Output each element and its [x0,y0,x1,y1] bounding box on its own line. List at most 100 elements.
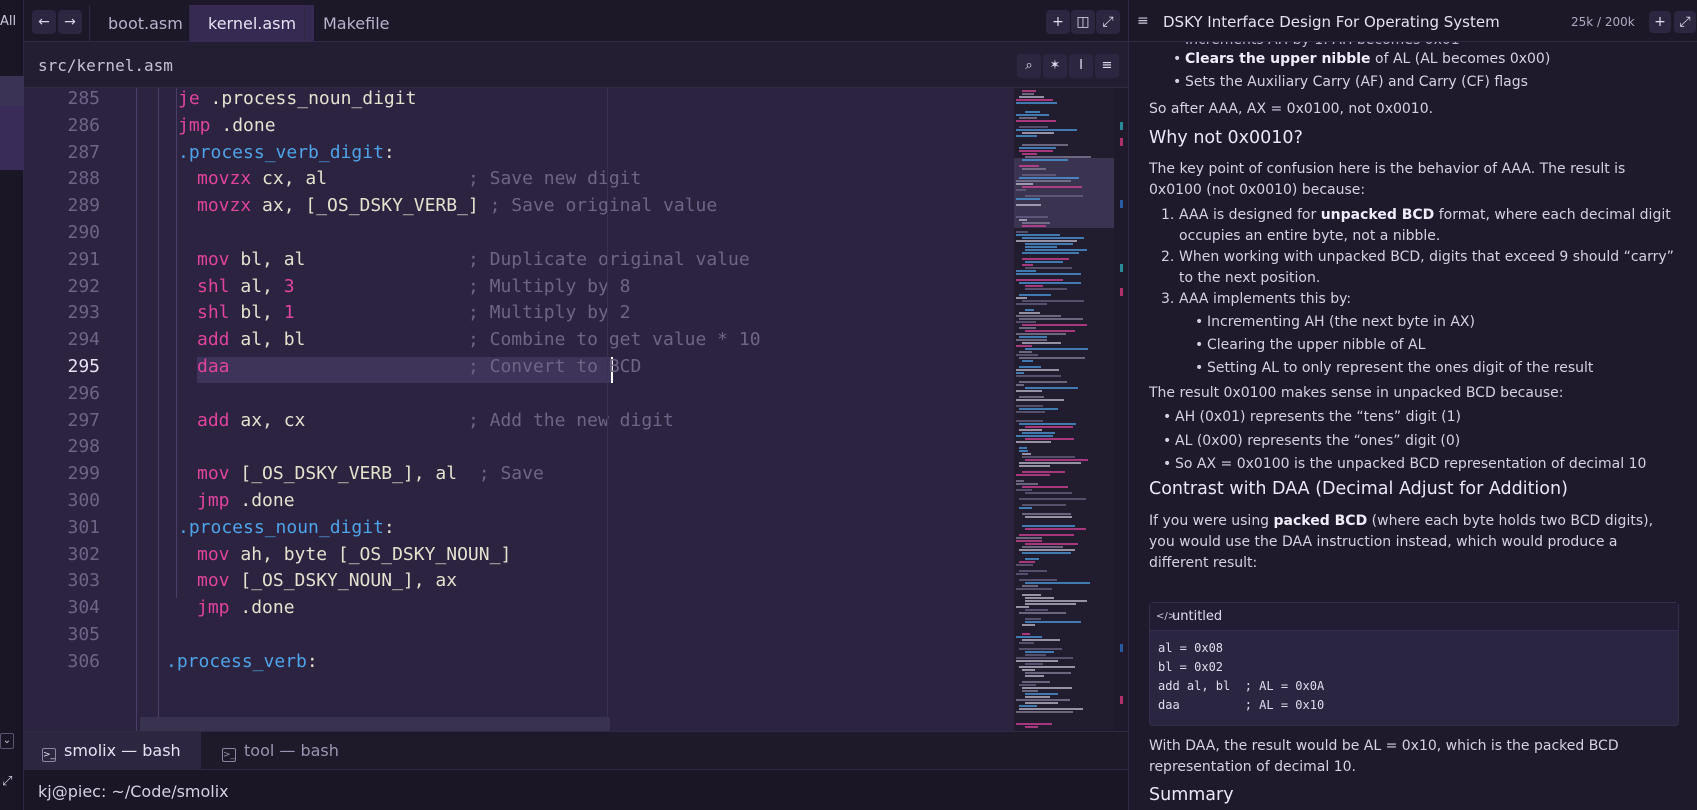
code-line[interactable]: 292 shl al, 3 ; Multiply by 8 [24,276,1014,305]
terminal-tab-label: smolix — bash [64,741,181,760]
code-line[interactable]: 294 add al, bl ; Combine to get value * 1… [24,329,1014,358]
text-cursor-icon[interactable]: I [1069,54,1093,78]
settings-sliders-icon[interactable]: ≡ [1095,54,1119,78]
code-line[interactable]: 302 mov ah, byte [_OS_DSKY_NOUN_] [24,544,1014,573]
code-line[interactable]: 303 mov [_OS_DSKY_NOUN_], ax [24,570,1014,599]
terminal[interactable]: kj@piec: ~/Code/smolix [24,769,1128,810]
minimap-line [1025,516,1072,518]
code-line[interactable]: 287 .process_verb_digit: [24,142,1014,171]
expand-panel-icon[interactable]: ⤢ [1674,11,1696,33]
code-line[interactable]: 305 [24,624,1014,653]
chevron-down-icon[interactable]: ⌄ [0,733,14,749]
minimap-line [1016,606,1029,608]
minimap-line [1025,459,1088,461]
terminal-tab-smolix[interactable]: >_ smolix — bash [24,732,201,770]
minimap-line [1016,372,1024,374]
code-line[interactable]: 293 shl bl, 1 ; Multiply by 2 [24,302,1014,331]
minimap-line [1025,285,1043,287]
minimap-line [1016,234,1060,236]
sidebar-selected-item[interactable] [0,76,24,106]
code-text: add al, bl ; Combine to get value * 10 [197,329,761,351]
code-line[interactable]: 297 add ax, cx ; Add the new digit [24,410,1014,439]
minimap-line [1025,582,1090,584]
terminal-tab-tool[interactable]: >_ tool — bash [204,732,359,770]
minimap-line [1025,558,1039,560]
code-line[interactable]: 300 jmp .done [24,490,1014,519]
minimap-line [1022,153,1037,155]
list-item: So AX = 0x0100 is the unpacked BCD repre… [1163,454,1646,475]
back-arrow-icon[interactable]: ← [32,10,56,34]
minimap-line [1025,387,1078,389]
code-block: </> untitled al = 0x08 bl = 0x02 add al, … [1149,602,1679,726]
tab-makefile[interactable]: Makefile [304,5,408,42]
code-text: mov [_OS_DSKY_NOUN_], ax [197,570,458,592]
line-number: 305 [67,624,100,645]
scroll-marker [1120,200,1123,208]
ai-assist-icon[interactable]: ✶ [1043,54,1067,78]
expand-icon[interactable]: ⤢ [2,774,12,789]
minimap-line [1022,237,1084,239]
horizontal-scrollbar[interactable] [140,717,610,731]
menu-icon[interactable]: ≡ [1137,13,1149,29]
paragraph: With DAA, the result would be AL = 0x10,… [1149,738,1619,775]
line-number: 300 [67,490,100,511]
paragraph: The key point of confusion here is the b… [1149,161,1626,198]
minimap-line [1016,711,1073,713]
code-line[interactable]: 296 [24,383,1014,412]
code-line[interactable]: 298 [24,436,1014,465]
minimap-line [1019,117,1037,119]
code-line[interactable]: 291 mov bl, al ; Duplicate original value [24,249,1014,278]
forward-arrow-icon[interactable]: → [58,10,82,34]
minimap-line [1025,438,1074,440]
code-line[interactable]: 288 movzx cx, al ; Save new digit [24,168,1014,197]
code-line[interactable]: 301 .process_noun_digit: [24,517,1014,546]
minimap-line [1019,450,1028,452]
search-icon[interactable]: ⌕ [1017,54,1041,78]
minimap[interactable] [1014,88,1114,731]
sidebar-highlight-item[interactable] [0,106,24,170]
split-view-icon[interactable]: ◫ [1071,10,1095,34]
minimap-line [1019,579,1057,581]
minimap-line [1019,351,1032,353]
minimap-line [1019,336,1047,338]
code-line[interactable]: 306 .process_verb: [24,651,1014,680]
minimap-line [1016,198,1040,200]
code-text: jmp .done [197,597,295,619]
code-line[interactable]: 295 daa ; Convert to BCD [24,356,1014,385]
code-line: daa ; AL = 0x10 [1158,698,1325,712]
minimap-line [1016,435,1053,437]
code-editor[interactable]: 285 je .process_noun_digit 286 jmp .done 287… [24,88,1014,731]
code-line[interactable]: 289 movzx ax, [_OS_DSKY_VERB_] ; Save ori… [24,195,1014,224]
minimap-line [1022,252,1079,254]
minimap-line [1025,618,1041,620]
code-text: .process_verb_digit: [178,141,395,163]
minimap-line [1019,534,1074,536]
new-chat-icon[interactable]: + [1649,11,1671,33]
minimap-line [1022,360,1033,362]
code-line[interactable]: 290 [24,222,1014,251]
minimap-line [1016,315,1061,317]
line-number: 299 [67,463,100,485]
code-line[interactable]: 304 jmp .done [24,597,1014,626]
code-line[interactable]: 285 je .process_noun_digit [24,88,1014,117]
code-text: mov bl, al ; Duplicate original value [197,248,750,270]
fullscreen-icon[interactable]: ⤢ [1096,10,1120,34]
all-filter-label[interactable]: All [0,14,16,29]
vertical-scrollbar[interactable] [1114,88,1128,731]
minimap-line [1022,552,1071,554]
minimap-line [1025,348,1088,350]
minimap-line [1016,339,1047,341]
minimap-line [1016,483,1038,485]
tab-boot-asm[interactable]: boot.asm [89,5,201,42]
minimap-line [1016,489,1032,491]
code-line[interactable]: 286 jmp .done [24,115,1014,144]
paragraph: The result 0x0100 makes sense in unpacke… [1149,385,1564,401]
minimap-line [1025,726,1038,728]
scroll-marker [1120,644,1123,652]
code-line[interactable]: 299 mov [_OS_DSKY_VERB_], al ; Save [24,463,1014,492]
minimap-line [1022,159,1068,161]
add-tab-icon[interactable]: + [1046,10,1070,34]
minimap-line [1016,420,1043,422]
tab-kernel-asm[interactable]: kernel.asm [189,5,315,42]
minimap-line [1025,696,1050,698]
